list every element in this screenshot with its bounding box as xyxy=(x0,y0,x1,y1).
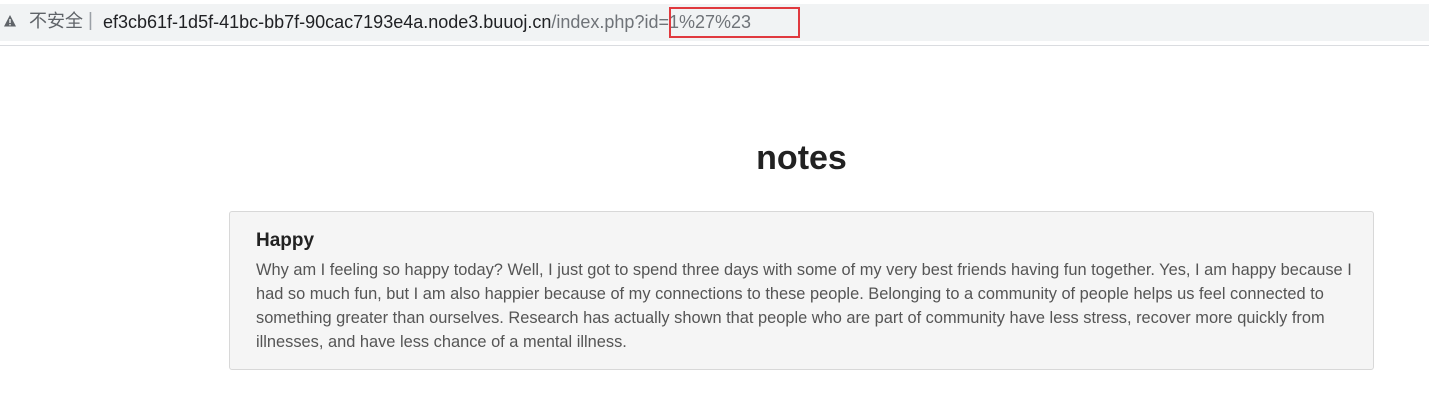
address-separator: | xyxy=(88,10,93,31)
query-highlight-box xyxy=(669,7,800,38)
url-field[interactable]: ef3cb61f-1d5f-41bc-bb7f-90cac7193e4a.nod… xyxy=(103,11,751,33)
note-body: Why am I feeling so happy today? Well, I… xyxy=(256,261,1352,351)
warning-icon[interactable] xyxy=(3,14,17,28)
note-title: Happy xyxy=(256,230,315,251)
note-card: Happy Why am I feeling so happy today? W… xyxy=(229,211,1374,370)
security-status-label[interactable]: 不安全 xyxy=(29,11,83,33)
page-title: notes xyxy=(756,139,847,177)
address-bar-divider xyxy=(0,45,1429,46)
url-path: /index.php xyxy=(551,12,635,32)
url-host: ef3cb61f-1d5f-41bc-bb7f-90cac7193e4a.nod… xyxy=(103,12,552,32)
